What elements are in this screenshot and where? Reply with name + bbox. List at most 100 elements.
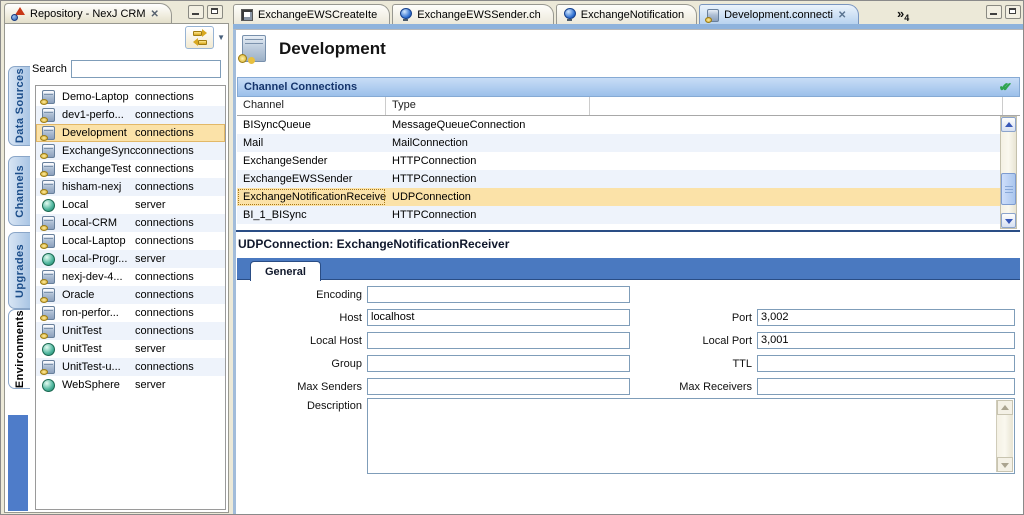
form-row: Local Port 3,001 xyxy=(626,329,1015,352)
cell-type: HTTPConnection xyxy=(386,155,1003,167)
editor-tab[interactable]: ExchangeNotification xyxy=(556,4,697,25)
item-name: ExchangeTest xyxy=(62,163,135,175)
field-label: Local Host xyxy=(236,335,367,347)
editor-tab[interactable]: ExchangeEWSSender.ch xyxy=(392,4,554,25)
hidden-tabs-indicator[interactable]: 4 xyxy=(897,6,909,23)
maximize-button[interactable] xyxy=(207,5,223,19)
sidebar-tab[interactable]: Channels xyxy=(8,156,30,226)
item-kind: connections xyxy=(135,127,194,139)
sidebar-tab[interactable]: Environments xyxy=(8,309,30,389)
field-input[interactable] xyxy=(367,378,630,395)
item-type-icon xyxy=(42,270,55,284)
item-kind: server xyxy=(135,379,166,391)
field-input[interactable]: 3,001 xyxy=(757,332,1015,349)
close-icon[interactable]: ✕ xyxy=(151,9,159,20)
field-input[interactable]: localhost xyxy=(367,309,630,326)
item-name: ExchangeSync xyxy=(62,145,135,157)
item-type-icon xyxy=(42,162,55,176)
list-item[interactable]: Demo-Laptop connections xyxy=(36,88,225,106)
list-item[interactable]: Oracle connections xyxy=(36,286,225,304)
form-row: Local Host xyxy=(236,329,630,352)
list-item[interactable]: Development connections xyxy=(36,124,225,142)
list-item[interactable]: dev1-perfo... connections xyxy=(36,106,225,124)
field-input[interactable] xyxy=(367,332,630,349)
list-item[interactable]: UnitTest connections xyxy=(36,322,225,340)
list-item[interactable]: UnitTest server xyxy=(36,340,225,358)
list-item[interactable]: ExchangeTest connections xyxy=(36,160,225,178)
field-input[interactable]: 3,002 xyxy=(757,309,1015,326)
item-kind: connections xyxy=(135,235,194,247)
item-name: Development xyxy=(62,127,135,139)
close-icon[interactable] xyxy=(838,10,846,21)
table-header: Channel Type xyxy=(237,97,1020,116)
field-label: TTL xyxy=(626,358,757,370)
list-item[interactable]: Local-Laptop connections xyxy=(36,232,225,250)
list-item[interactable]: hisham-nexj connections xyxy=(36,178,225,196)
table-scrollbar[interactable] xyxy=(1000,116,1017,229)
tab-general[interactable]: General xyxy=(250,261,321,281)
detail-form-left: Encoding Host localhost Local Host xyxy=(236,283,630,398)
form-row: TTL xyxy=(626,352,1015,375)
form-row: Group xyxy=(236,352,630,375)
item-kind: connections xyxy=(135,181,194,193)
item-type-icon xyxy=(42,108,55,122)
environment-list: Demo-Laptop connections dev1-perfo... co… xyxy=(35,85,226,510)
item-name: Local-CRM xyxy=(62,217,135,229)
editor-tab-icon xyxy=(400,8,412,19)
search-input[interactable] xyxy=(71,60,221,78)
editor-tab-icon xyxy=(707,9,719,22)
list-item[interactable]: Local-Progr... server xyxy=(36,250,225,268)
scroll-down-button[interactable] xyxy=(997,457,1013,472)
field-input[interactable] xyxy=(367,286,630,303)
connections-table: BISyncQueue MessageQueueConnection Mail … xyxy=(237,116,1003,224)
minimize-button[interactable] xyxy=(986,5,1002,19)
list-item[interactable]: nexj-dev-4... connections xyxy=(36,268,225,286)
field-input[interactable] xyxy=(367,355,630,372)
sidebar-tab[interactable]: Upgrades xyxy=(8,232,30,309)
editor-tab[interactable]: Development.connecti xyxy=(699,4,859,25)
maximize-button[interactable] xyxy=(1005,5,1021,19)
table-row[interactable]: Mail MailConnection xyxy=(237,134,1003,152)
list-item[interactable]: Local-CRM connections xyxy=(36,214,225,232)
item-name: WebSphere xyxy=(62,379,135,391)
scrollbar-thumb[interactable] xyxy=(1001,173,1016,205)
list-item[interactable]: ExchangeSync connections xyxy=(36,142,225,160)
cell-type: MessageQueueConnection xyxy=(386,119,1003,131)
scroll-up-button[interactable] xyxy=(997,400,1013,415)
list-item[interactable]: WebSphere server xyxy=(36,376,225,394)
scroll-down-button[interactable] xyxy=(1001,213,1016,228)
field-input[interactable] xyxy=(757,355,1015,372)
repository-view: Repository - NexJ CRM ✕ ▼ Search xyxy=(1,1,232,515)
minimize-button[interactable] xyxy=(188,5,204,19)
editor-tab[interactable]: ExchangeEWSCreateIte xyxy=(233,4,390,25)
detail-tabbar: General xyxy=(237,258,1020,280)
editor-tab-label: ExchangeEWSSender.ch xyxy=(417,9,541,21)
description-scrollbar[interactable] xyxy=(996,400,1013,472)
sidebar-tab[interactable]: Data Sources xyxy=(8,66,30,146)
cell-channel: ExchangeEWSSender xyxy=(237,170,386,188)
scroll-up-button[interactable] xyxy=(1001,117,1016,132)
description-textarea[interactable] xyxy=(367,398,1015,474)
column-header-channel[interactable]: Channel xyxy=(237,97,386,115)
repository-view-tab[interactable]: Repository - NexJ CRM ✕ xyxy=(4,3,172,24)
table-row[interactable]: BI_1_BISync HTTPConnection xyxy=(237,206,1003,224)
item-type-icon xyxy=(42,379,55,392)
list-item[interactable]: ron-perfor... connections xyxy=(36,304,225,322)
sidebar-tab-label: Environments xyxy=(14,310,26,388)
table-row[interactable]: ExchangeNotificationReceiver UDPConnecti… xyxy=(237,188,1003,206)
table-row[interactable]: ExchangeSender HTTPConnection xyxy=(237,152,1003,170)
connections-file-icon xyxy=(242,35,266,62)
item-name: UnitTest-u... xyxy=(62,361,135,373)
column-header-type[interactable]: Type xyxy=(386,97,590,115)
list-item[interactable]: UnitTest-u... connections xyxy=(36,358,225,376)
item-kind: connections xyxy=(135,217,194,229)
list-item[interactable]: Local server xyxy=(36,196,225,214)
field-input[interactable] xyxy=(757,378,1015,395)
table-row[interactable]: BISyncQueue MessageQueueConnection xyxy=(237,116,1003,134)
item-type-icon xyxy=(42,360,55,374)
table-row[interactable]: ExchangeEWSSender HTTPConnection xyxy=(237,170,1003,188)
link-with-editor-button[interactable] xyxy=(185,26,214,49)
form-row: Max Receivers xyxy=(626,375,1015,398)
view-menu-button[interactable]: ▼ xyxy=(217,33,225,42)
item-kind: server xyxy=(135,343,166,355)
